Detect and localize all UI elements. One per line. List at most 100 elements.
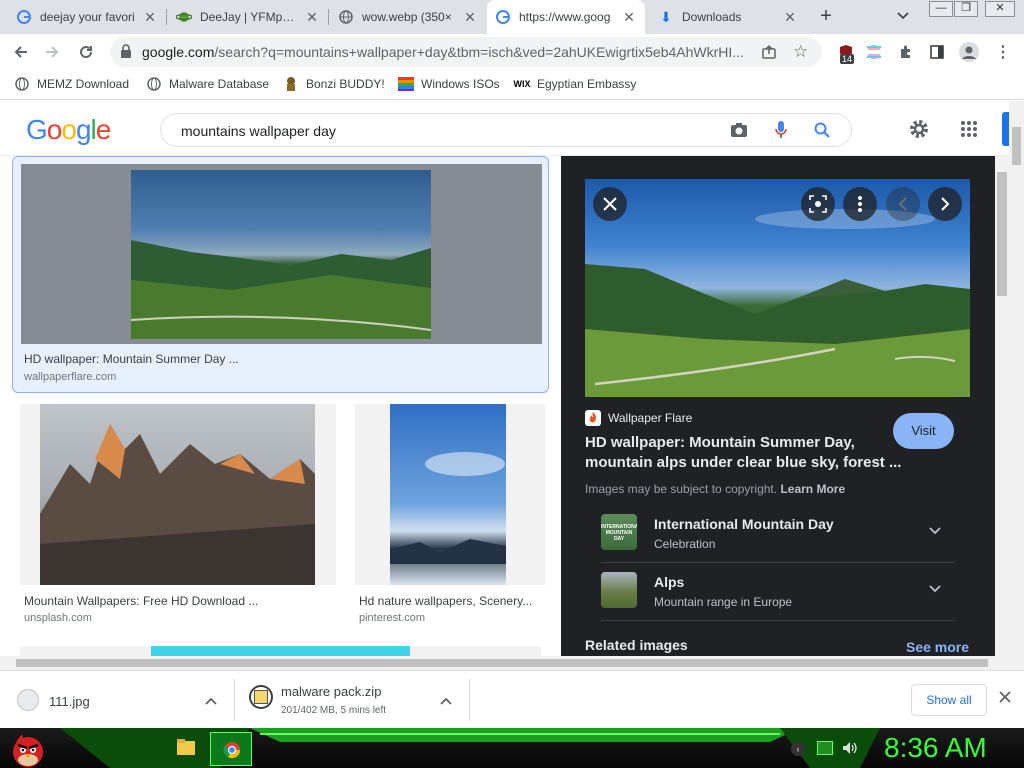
microphone-icon[interactable] — [775, 121, 787, 142]
share-icon[interactable] — [761, 44, 777, 63]
google-icon — [495, 9, 511, 25]
chevron-up-icon[interactable] — [440, 693, 452, 708]
extension-badge: 14 — [840, 54, 855, 64]
result-source[interactable]: wallpaperflare.com — [24, 371, 116, 383]
entity-thumbnail — [601, 572, 637, 608]
page-vertical-scrollbar[interactable] — [1009, 101, 1024, 670]
preview-title-line2[interactable]: mountain alps under clear blue sky, fore… — [585, 454, 901, 471]
chevron-down-icon[interactable] — [929, 522, 941, 538]
result-source[interactable]: pinterest.com — [359, 612, 425, 624]
reload-icon[interactable] — [74, 40, 98, 64]
close-icon[interactable] — [999, 691, 1011, 706]
close-window-button[interactable]: ✕ — [985, 1, 1015, 17]
result-caption[interactable]: Hd nature wallpapers, Scenery... — [359, 594, 539, 608]
address-bar[interactable]: google.com/search?q=mountains+wallpaper+… — [110, 37, 822, 67]
file-explorer-icon[interactable] — [176, 738, 196, 756]
sky-thumbnail[interactable] — [390, 404, 506, 585]
result-card[interactable]: Hd nature wallpapers, Scenery... pintere… — [355, 404, 545, 629]
show-all-button[interactable]: Show all — [911, 684, 987, 716]
new-tab-button[interactable]: + — [814, 5, 838, 29]
close-icon[interactable]: ✕ — [304, 9, 320, 26]
taskbar-clock[interactable]: 8:36 AM — [884, 732, 987, 764]
side-panel-icon[interactable] — [925, 40, 949, 64]
close-icon[interactable]: ✕ — [462, 9, 478, 26]
back-arrow-icon[interactable] — [9, 40, 33, 64]
chevron-up-icon[interactable] — [205, 693, 217, 708]
network-icon[interactable] — [817, 741, 833, 755]
extension-trans-flag-icon[interactable] — [862, 40, 886, 64]
panel-vertical-scrollbar[interactable] — [995, 156, 1009, 656]
close-icon[interactable]: ✕ — [621, 9, 637, 26]
preview-site-name[interactable]: Wallpaper Flare — [608, 411, 692, 425]
close-icon[interactable]: ✕ — [782, 9, 798, 26]
result-card-selected[interactable]: HD wallpaper: Mountain Summer Day ... wa… — [12, 156, 549, 393]
download-item-111jpg[interactable]: 111.jpg — [0, 671, 234, 729]
extension-shield-icon[interactable]: 14 — [834, 40, 858, 64]
bookmark-egyptian-embassy[interactable]: WIX Egyptian Embassy — [513, 76, 637, 92]
bookmark-memz[interactable]: MEMZ Download — [14, 76, 129, 92]
search-icon[interactable] — [814, 122, 830, 141]
patagonia-thumbnail[interactable] — [40, 404, 315, 585]
lens-search-icon[interactable] — [801, 187, 835, 221]
camera-icon[interactable] — [730, 122, 748, 141]
lock-icon[interactable] — [120, 44, 132, 61]
download-status: 201/402 MB, 5 mins left — [281, 705, 387, 716]
tab-downloads[interactable]: ⬇ Downloads ✕ — [650, 0, 806, 34]
volume-icon[interactable] — [841, 740, 857, 759]
globe-icon — [146, 76, 162, 92]
chrome-menu-icon[interactable]: ⋮ — [991, 40, 1015, 64]
apps-grid-icon[interactable] — [960, 120, 978, 141]
star-icon[interactable]: ☆ — [793, 42, 808, 62]
start-button-angry-bird-icon[interactable] — [8, 730, 48, 768]
google-header: Google mountains wallpaper day — [0, 101, 1024, 156]
chevron-down-icon[interactable] — [929, 580, 941, 596]
mountain-thumbnail[interactable] — [131, 170, 431, 339]
result-caption[interactable]: HD wallpaper: Mountain Summer Day ... — [24, 352, 324, 366]
tab-title: DeeJay | YFMpedi — [200, 10, 298, 24]
bookmark-bonzi[interactable]: Bonzi BUDDY! — [283, 76, 385, 92]
scrollbar-thumb[interactable] — [1012, 127, 1021, 165]
tab-wow-webp[interactable]: wow.webp (350× ✕ — [330, 0, 486, 34]
tab-title: wow.webp (350× — [362, 10, 452, 24]
result-image-frame — [20, 404, 336, 585]
tab-deejay-search[interactable]: deejay your favori ✕ — [8, 0, 166, 34]
divider — [601, 562, 955, 563]
tab-deejay-yfmpedia[interactable]: DeeJay | YFMpedi ✕ — [168, 0, 328, 34]
minimize-button[interactable]: — — [929, 1, 953, 17]
preview-title-line1[interactable]: HD wallpaper: Mountain Summer Day, — [585, 434, 855, 451]
visit-button[interactable]: Visit — [893, 413, 954, 449]
result-image-frame — [355, 404, 545, 585]
next-row-thumbnail[interactable] — [151, 646, 410, 656]
puzzle-icon[interactable] — [894, 40, 918, 64]
close-preview-button[interactable] — [593, 187, 627, 221]
restore-button[interactable]: ❐ — [954, 1, 978, 17]
taskbar-chrome-button[interactable] — [210, 732, 252, 766]
result-source[interactable]: unsplash.com — [24, 612, 92, 624]
horizontal-scrollbar[interactable] — [0, 656, 1009, 670]
search-query[interactable]: mountains wallpaper day — [181, 123, 336, 139]
next-image-icon[interactable] — [928, 187, 962, 221]
tray-expand-icon[interactable]: ‹ — [791, 742, 805, 756]
download-item-malware-pack[interactable]: malware pack.zip 201/402 MB, 5 mins left — [235, 671, 469, 729]
file-icon — [17, 689, 39, 711]
search-box[interactable]: mountains wallpaper day — [160, 113, 852, 147]
google-logo[interactable]: Google — [26, 114, 111, 146]
sign-in-button[interactable] — [1002, 112, 1009, 146]
scrollbar-thumb[interactable] — [997, 172, 1007, 296]
previous-image-icon[interactable] — [886, 187, 920, 221]
result-card[interactable]: Mountain Wallpapers: Free HD Download ..… — [20, 404, 336, 629]
bookmark-windows-isos[interactable]: Windows ISOs — [398, 76, 500, 92]
forward-arrow-icon[interactable] — [40, 40, 64, 64]
result-caption[interactable]: Mountain Wallpapers: Free HD Download ..… — [24, 594, 324, 608]
learn-more-link[interactable]: Learn More — [780, 482, 845, 496]
tab-google-images[interactable]: https://www.goog ✕ — [487, 0, 645, 34]
profile-avatar-icon[interactable] — [957, 40, 981, 64]
more-options-icon[interactable] — [843, 187, 877, 221]
tab-search-icon[interactable] — [896, 8, 914, 26]
bookmark-malware-database[interactable]: Malware Database — [146, 76, 269, 92]
scrollbar-thumb[interactable] — [16, 659, 988, 667]
wix-icon: WIX — [513, 79, 531, 89]
settings-gear-icon[interactable] — [908, 118, 930, 143]
close-icon[interactable]: ✕ — [142, 9, 158, 26]
see-more-link[interactable]: See more — [906, 639, 969, 655]
